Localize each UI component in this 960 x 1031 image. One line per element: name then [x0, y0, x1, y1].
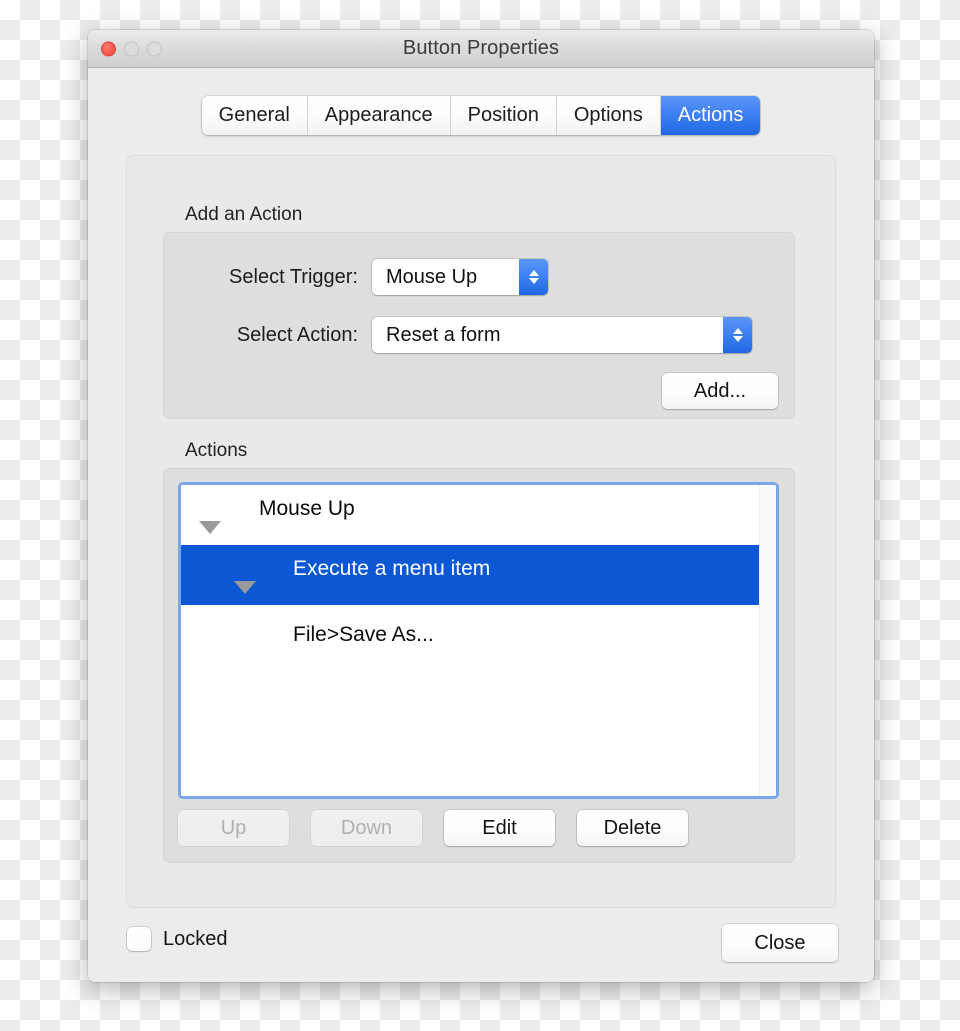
chevron-down-icon	[528, 278, 539, 284]
close-dialog-button[interactable]: Close	[722, 924, 838, 962]
actions-groupbox: Mouse Up Execute a menu item File>Save A…	[163, 468, 795, 863]
select-action-label: Select Action:	[236, 323, 358, 346]
chevron-up-icon	[732, 328, 743, 334]
chevron-up-icon	[528, 270, 539, 276]
close-window-icon[interactable]	[101, 41, 116, 56]
tree-row[interactable]: File>Save As...	[181, 605, 759, 665]
tab-actions[interactable]: Actions	[660, 96, 761, 135]
disclosure-triangle-icon[interactable]	[234, 581, 256, 594]
select-action-value: Reset a form	[386, 323, 501, 346]
actions-tree-container: Mouse Up Execute a menu item File>Save A…	[178, 482, 779, 799]
select-trigger-row: Select Trigger: Mouse Up	[164, 259, 794, 295]
tab-general[interactable]: General	[201, 96, 308, 135]
select-trigger-popup-button[interactable]: Mouse Up	[372, 259, 548, 295]
tree-row[interactable]: Execute a menu item	[181, 545, 759, 605]
zoom-window-icon	[147, 41, 162, 56]
move-down-button: Down	[311, 810, 422, 846]
actions-group-label: Actions	[185, 440, 248, 461]
select-trigger-value: Mouse Up	[386, 265, 478, 288]
traffic-light-buttons	[101, 41, 162, 56]
tree-row-label: File>Save As...	[293, 623, 434, 646]
actions-tab-panel: Add an Action Select Trigger: Mouse Up S…	[126, 155, 836, 908]
tree-row-label: Execute a menu item	[293, 557, 491, 580]
tree-row[interactable]: Mouse Up	[181, 485, 759, 545]
locked-checkbox[interactable]	[127, 927, 151, 951]
window-titlebar: Button Properties	[88, 30, 874, 68]
select-action-row: Select Action: Reset a form	[164, 317, 794, 353]
tab-segmented-control: General Appearance Position Options Acti…	[201, 96, 761, 135]
window-title: Button Properties	[402, 37, 560, 59]
button-properties-window: Button Properties General Appearance Pos…	[88, 30, 874, 982]
minimize-window-icon	[124, 41, 139, 56]
add-an-action-group-label: Add an Action	[185, 204, 303, 225]
select-action-popup-button[interactable]: Reset a form	[372, 317, 752, 353]
locked-checkbox-row[interactable]: Locked	[127, 927, 228, 951]
delete-action-button[interactable]: Delete	[577, 810, 688, 846]
edit-action-button[interactable]: Edit	[444, 810, 555, 846]
select-trigger-stepper-icon[interactable]	[519, 259, 548, 295]
actions-tree-scrollbar[interactable]	[759, 485, 776, 796]
locked-label: Locked	[163, 927, 228, 950]
add-action-button[interactable]: Add...	[662, 373, 778, 409]
tree-row-label: Mouse Up	[259, 497, 355, 520]
actions-tree[interactable]: Mouse Up Execute a menu item File>Save A…	[181, 485, 759, 796]
disclosure-triangle-icon[interactable]	[199, 521, 221, 534]
tab-position[interactable]: Position	[450, 96, 557, 135]
actions-list-buttons: Up Down Edit Delete	[178, 810, 779, 846]
select-action-stepper-icon[interactable]	[723, 317, 752, 353]
select-trigger-label: Select Trigger:	[229, 265, 358, 288]
move-up-button: Up	[178, 810, 289, 846]
chevron-down-icon	[732, 336, 743, 342]
tab-bar: General Appearance Position Options Acti…	[88, 96, 874, 135]
add-an-action-groupbox: Select Trigger: Mouse Up Select Action: …	[163, 232, 795, 419]
window-body: General Appearance Position Options Acti…	[88, 68, 874, 982]
tab-options[interactable]: Options	[556, 96, 661, 135]
window-footer: Locked Close	[88, 908, 874, 982]
tab-appearance[interactable]: Appearance	[307, 96, 451, 135]
